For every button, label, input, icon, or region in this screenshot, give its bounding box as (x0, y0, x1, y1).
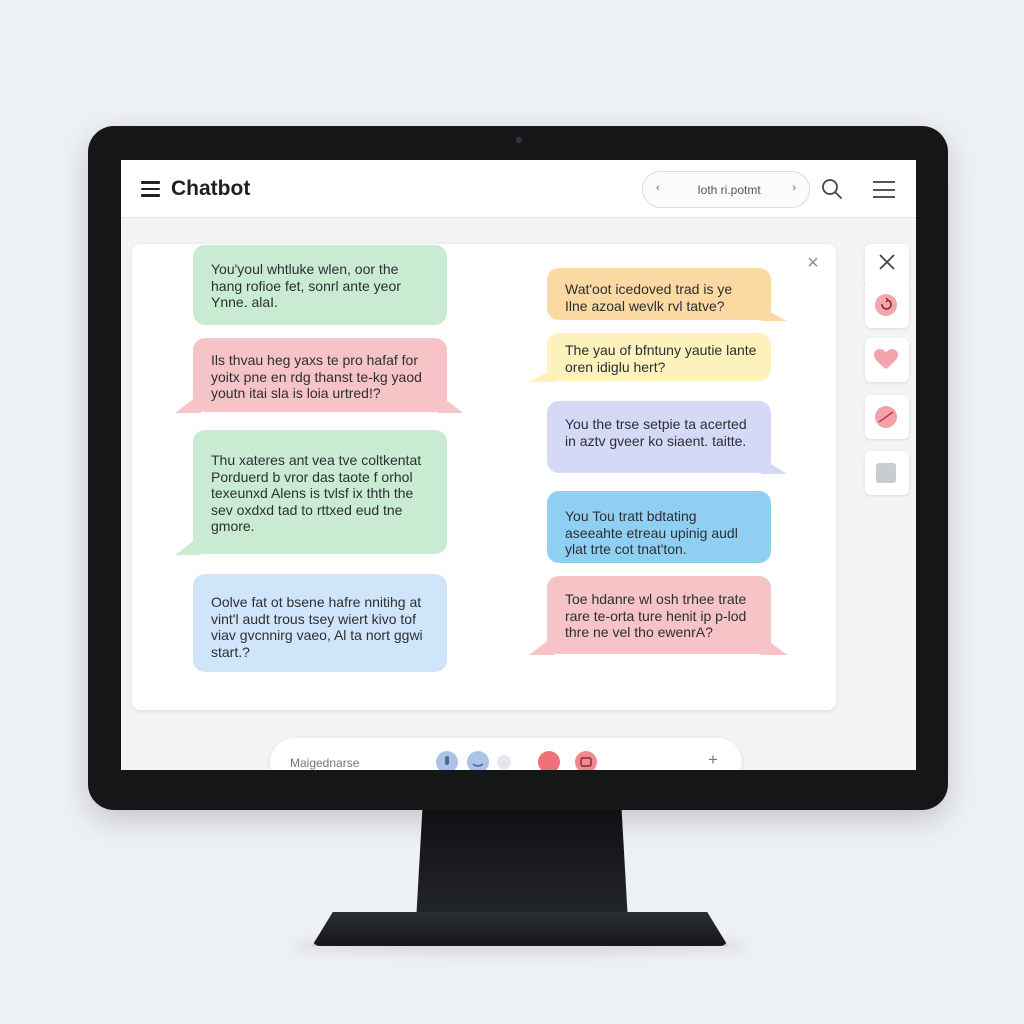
chat-panel: × You'youl whtluke wlen, oor the hang ro… (132, 244, 836, 710)
app-title: Chatbot (171, 177, 251, 200)
emoji-button[interactable] (467, 751, 489, 770)
chat-bubble: Wat'oot icedoved trad is ye Ilne azoal w… (547, 268, 787, 321)
camera (516, 137, 522, 143)
chat-bubble: The yau of bfntuny yautie lante oren idi… (529, 333, 771, 382)
bubble-text: Toe hdanre wl osh trhee trate rare te-or… (565, 591, 747, 640)
search-icon[interactable] (821, 178, 843, 200)
bubble-text: You Tou tratt bdtating aseeahte etreau u… (565, 508, 738, 557)
side-rail (865, 244, 909, 496)
hamburger-icon[interactable] (873, 181, 895, 198)
chevron-left-icon[interactable]: ‹ (656, 182, 660, 194)
message-input[interactable] (290, 754, 410, 770)
screen: Chatbot ‹ › × You'youl whtluke wlen, oor… (121, 160, 916, 770)
microphone-button[interactable] (436, 751, 458, 770)
image-button[interactable] (865, 451, 909, 495)
search-box[interactable]: ‹ › (642, 171, 810, 208)
menu-icon[interactable] (141, 181, 160, 197)
plus-icon[interactable]: + (708, 750, 718, 770)
chevron-right-icon[interactable]: › (792, 182, 796, 194)
bubble-text: You the trse setpie ta acerted in aztv g… (565, 416, 747, 449)
bubble-text: You'youl whtluke wlen, oor the hang rofi… (211, 261, 401, 310)
record-button[interactable] (538, 751, 560, 770)
monitor-stand (416, 810, 628, 922)
chat-bubble: You'youl whtluke wlen, oor the hang rofi… (193, 245, 447, 325)
microphone-icon (445, 756, 449, 765)
attach-button[interactable] (497, 755, 511, 769)
chat-bubble: Oolve fat ot bsene hafre nnitihg at vint… (193, 574, 447, 672)
bubble-text: The yau of bfntuny yautie lante oren idi… (565, 342, 757, 375)
refresh-button[interactable] (865, 282, 909, 328)
bubble-text: Ils thvau heg yaxs te pro hafaf for yoit… (211, 352, 422, 401)
bubble-text: Wat'oot icedoved trad is ye Ilne azoal w… (565, 281, 733, 314)
emoji-icon (472, 763, 484, 767)
block-button[interactable] (865, 395, 909, 439)
monitor-base (312, 912, 728, 946)
bubble-text: Oolve fat ot bsene hafre nnitihg at vint… (211, 594, 423, 660)
photo-button[interactable] (575, 751, 597, 770)
message-input-bar: + (270, 738, 742, 770)
chat-bubble: You Tou tratt bdtating aseeahte etreau u… (547, 491, 771, 563)
like-button[interactable] (865, 338, 909, 382)
app-header: Chatbot ‹ › (121, 160, 916, 218)
chat-bubble: Ils thvau heg yaxs te pro hafaf for yoit… (175, 338, 463, 413)
monitor: Chatbot ‹ › × You'youl whtluke wlen, oor… (88, 126, 948, 810)
heart-icon (874, 349, 898, 369)
image-icon (876, 463, 896, 483)
camera-icon (580, 757, 592, 767)
chat-bubble: You the trse setpie ta acerted in aztv g… (547, 401, 787, 474)
close-icon[interactable]: × (804, 253, 822, 273)
refresh-icon (875, 294, 897, 316)
search-input[interactable] (679, 183, 779, 197)
chat-bubble: Thu xateres ant vea tve coltkentat Pordu… (175, 430, 447, 555)
chat-bubble: Toe hdanre wl osh trhee trate rare te-or… (529, 576, 787, 655)
bubble-text: Thu xateres ant vea tve coltkentat Pordu… (211, 452, 422, 534)
no-icon (875, 406, 897, 428)
